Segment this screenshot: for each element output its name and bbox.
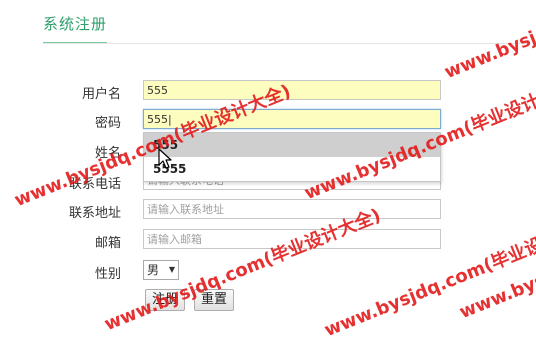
gender-select[interactable]: 男 ▼ [143, 260, 179, 280]
password-label: 密码 [94, 116, 121, 131]
phone-label: 联系电话 [68, 177, 121, 192]
gender-row: 性别 男 ▼ [0, 260, 536, 284]
username-label: 用户名 [81, 87, 121, 102]
password-row: 密码 [0, 109, 536, 133]
button-row: 注册 重置 [0, 289, 536, 313]
reset-button[interactable]: 重置 [194, 289, 235, 311]
username-input[interactable] [143, 80, 441, 100]
mouse-pointer-icon [158, 148, 172, 169]
autocomplete-dropdown: 555 5555 [143, 132, 441, 182]
password-input[interactable] [143, 109, 441, 129]
address-row: 联系地址 [0, 199, 536, 223]
email-row: 邮箱 [0, 229, 536, 253]
username-row: 用户名 [0, 80, 536, 104]
header-divider [43, 43, 528, 44]
gender-selected-value: 男 [147, 263, 160, 277]
email-label: 邮箱 [94, 236, 121, 251]
email-input[interactable] [143, 229, 441, 249]
address-input[interactable] [143, 199, 441, 219]
autocomplete-option[interactable]: 5555 [144, 157, 440, 181]
address-label: 联系地址 [68, 206, 121, 221]
chevron-down-icon: ▼ [168, 265, 175, 274]
name-label: 姓名 [94, 146, 121, 161]
register-button[interactable]: 注册 [145, 289, 186, 311]
page-header: 系统注册 [0, 0, 536, 44]
autocomplete-option[interactable]: 555 [144, 133, 440, 157]
gender-label: 性别 [94, 267, 121, 282]
page-title: 系统注册 [43, 13, 108, 44]
